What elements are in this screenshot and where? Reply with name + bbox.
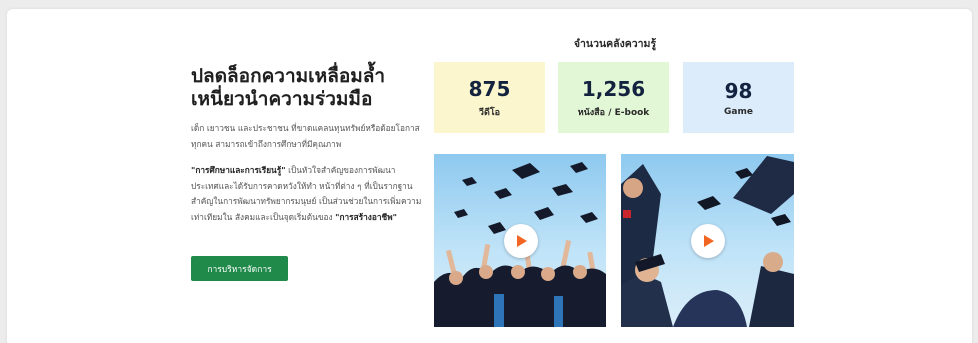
hero-title: ปลดล็อกความเหลื่อมล้ำ เหนี่ยวนำความร่วมม… — [191, 65, 431, 111]
management-button[interactable]: การบริหารจัดการ — [191, 256, 288, 281]
play-button[interactable] — [504, 224, 538, 258]
hero-intro: เด็ก เยาวชน และประชาชน ที่ขาดแคลนทุนทรัพ… — [191, 123, 420, 149]
stat-value: 98 — [724, 78, 753, 103]
stat-card-books: 1,256 หนังสือ / E-book — [558, 62, 669, 133]
stat-label: หนังสือ / E-book — [577, 107, 650, 118]
stats-heading: จำนวนคลังความรู้ — [573, 38, 657, 50]
play-icon — [517, 235, 527, 247]
stat-value: 1,256 — [581, 76, 646, 101]
hero-body: "การศึกษาและการเรียนรู้" เป็นหัวใจสำคัญข… — [191, 163, 423, 225]
play-icon — [704, 235, 714, 247]
hero-title-line1: ปลดล็อกความเหลื่อมล้ำ — [191, 65, 386, 87]
stat-label: วีดีโอ — [478, 107, 501, 118]
body-highlight-education: "การศึกษาและการเรียนรู้" — [191, 165, 286, 175]
stat-card-games: 98 Game — [683, 62, 794, 133]
hero-title-line2: เหนี่ยวนำความร่วมมือ — [191, 88, 373, 110]
body-highlight-career: "การสร้างอาชีพ" — [335, 211, 397, 222]
stat-label: Game — [724, 106, 753, 117]
stat-value: 875 — [468, 76, 511, 101]
stat-card-videos: 875 วีดีโอ — [434, 62, 545, 133]
play-button[interactable] — [691, 224, 725, 258]
